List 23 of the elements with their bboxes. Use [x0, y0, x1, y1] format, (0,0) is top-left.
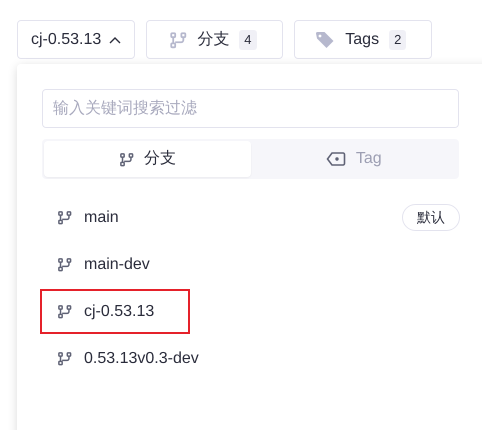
branch-icon	[57, 257, 72, 272]
chevron-up-icon	[109, 36, 122, 44]
tab[interactable]: 分支	[44, 141, 250, 177]
tag-icon	[315, 30, 336, 48]
tag-icon	[326, 151, 346, 167]
search-field[interactable]: 输入关键词搜索过滤	[42, 89, 459, 128]
branch-icon	[57, 304, 72, 319]
count-badge: 2	[389, 30, 406, 50]
branches-label: 分支	[197, 30, 230, 50]
branch-item[interactable]: main-dev	[42, 244, 165, 285]
default-badge: 默认	[402, 204, 460, 231]
branch-icon	[57, 351, 72, 366]
branch-icon	[169, 30, 188, 48]
branches-button[interactable]: 分支 4	[146, 20, 284, 59]
count-badge: 4	[239, 30, 256, 50]
branch-item[interactable]: 0.53.13v0.3-dev	[42, 338, 214, 379]
branch-selector[interactable]: cj-0.53.13	[17, 20, 136, 59]
branch-item[interactable]: main	[42, 197, 134, 238]
branch-icon	[57, 210, 72, 225]
tags-label: Tags	[345, 30, 380, 50]
highlighted-branch-item[interactable]: cj-0.53.13	[42, 291, 188, 332]
tags-button[interactable]: Tags 2	[294, 20, 432, 59]
branch-icon	[118, 152, 134, 166]
